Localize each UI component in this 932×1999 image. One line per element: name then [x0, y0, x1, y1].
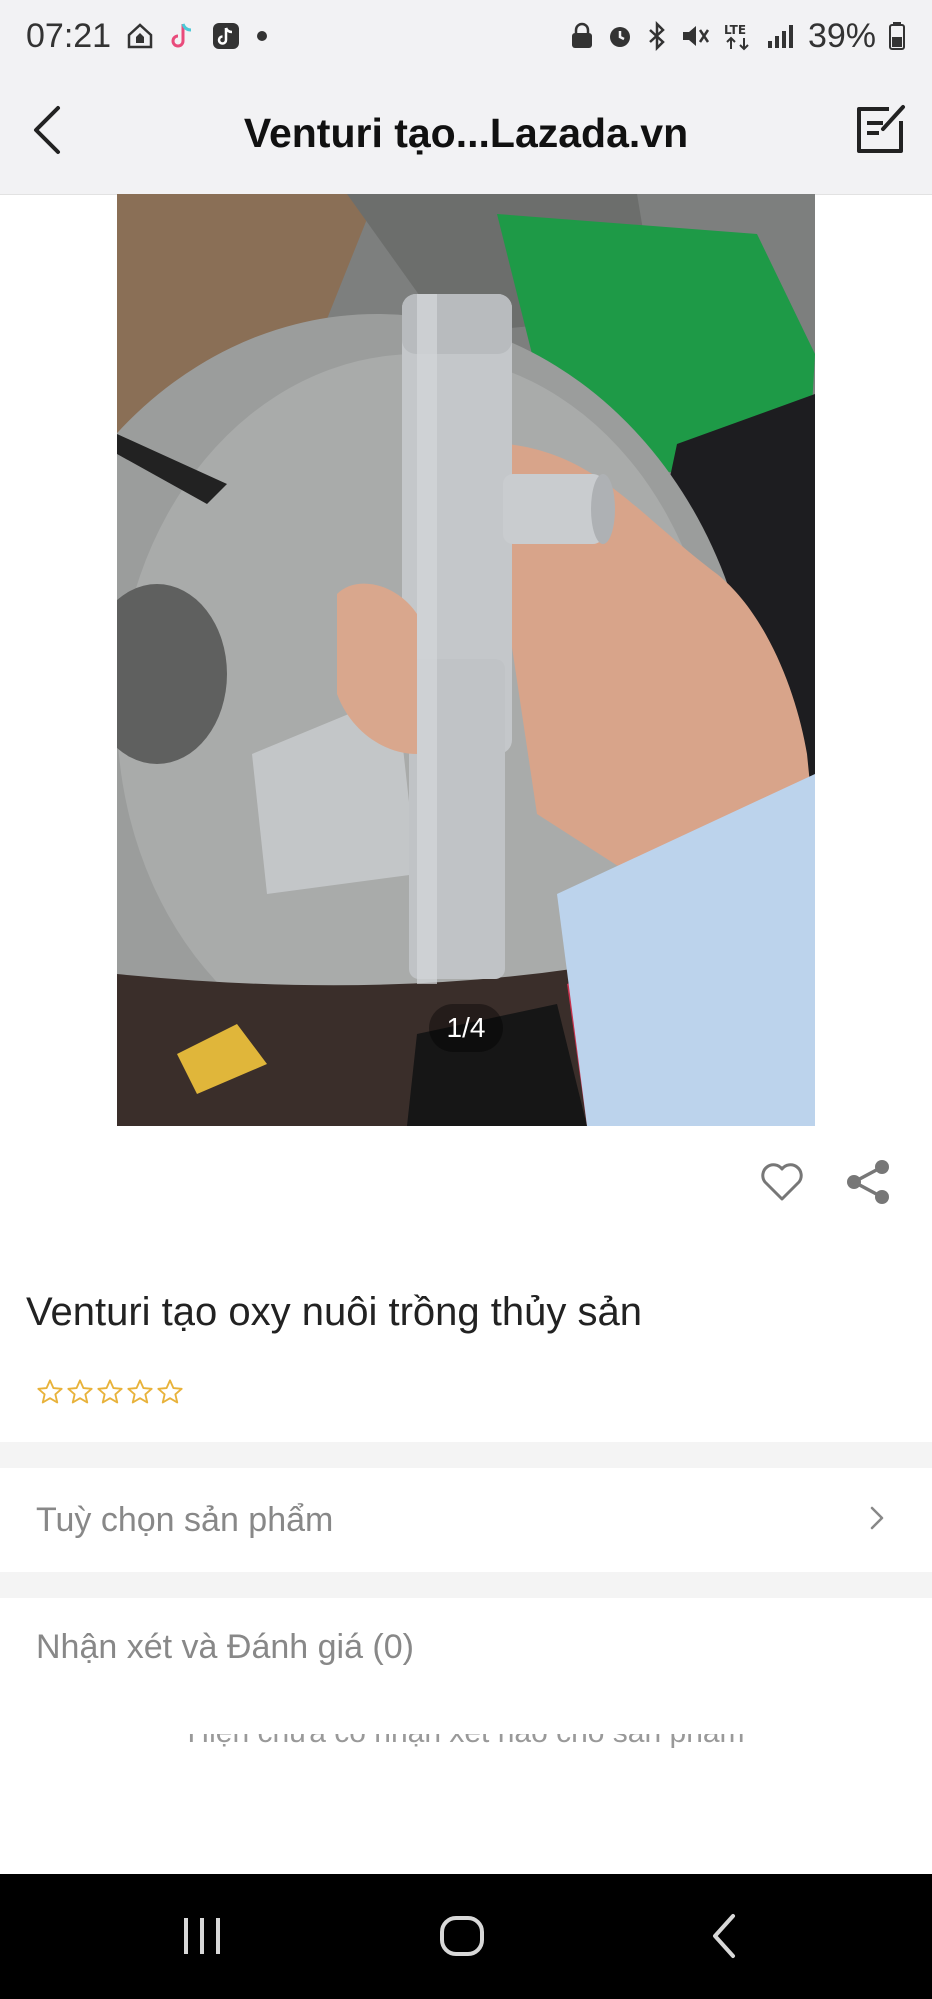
page-title: Venturi tạo...Lazada.vn [243, 109, 689, 156]
image-counter: 1/4 [429, 1004, 503, 1052]
product-actions [758, 1158, 892, 1211]
product-image-gallery[interactable]: 1/4 [117, 194, 815, 1126]
edit-note-icon [853, 103, 907, 162]
tiktok-icon [169, 21, 197, 51]
star-icon [127, 1379, 153, 1404]
star-icon [37, 1379, 63, 1404]
home-shield-icon [125, 21, 155, 51]
edit-button[interactable] [848, 100, 912, 164]
recent-apps-button[interactable] [162, 1906, 242, 1970]
product-options-row[interactable]: Tuỳ chọn sản phẩm [0, 1468, 932, 1572]
product-title: Venturi tạo oxy nuôi trồng thủy sản [26, 1290, 642, 1334]
battery-percent: 39% [807, 16, 876, 55]
home-icon [438, 1912, 486, 1965]
mute-icon [680, 22, 710, 50]
back-arrow-icon [709, 1912, 739, 1965]
section-divider [0, 1442, 932, 1468]
chevron-right-icon [868, 1504, 886, 1537]
heart-icon [759, 1161, 805, 1208]
reviews-title: Nhận xét và Đánh giá (0) [36, 1628, 414, 1666]
status-time: 07:21 [26, 16, 112, 55]
section-divider [0, 1572, 932, 1598]
lock-icon [570, 22, 594, 50]
system-nav-bar [0, 1874, 932, 1999]
star-icon [97, 1379, 123, 1404]
reviews-empty-message: Hiện chưa có nhận xét nào cho sản phẩm [0, 1734, 932, 1764]
app-header: Venturi tạo...Lazada.vn [0, 72, 932, 195]
tiktok-icon [211, 21, 241, 51]
product-photo [117, 194, 815, 1126]
system-back-button[interactable] [684, 1906, 764, 1970]
home-button[interactable] [422, 1906, 502, 1970]
product-options-label: Tuỳ chọn sản phẩm [36, 1500, 334, 1539]
share-button[interactable] [844, 1158, 892, 1211]
battery-icon [888, 21, 906, 51]
star-icon [67, 1379, 93, 1404]
lte-icon: LTE [722, 21, 754, 51]
favorite-button[interactable] [758, 1160, 806, 1208]
chevron-left-icon [28, 102, 68, 163]
rating-stars [36, 1378, 184, 1406]
alarm-icon [606, 22, 634, 50]
svg-text:LTE: LTE [724, 23, 746, 37]
share-icon [844, 1158, 892, 1211]
recent-apps-icon [180, 1914, 224, 1963]
bluetooth-icon [646, 21, 668, 51]
star-icon [157, 1379, 183, 1404]
signal-icon [766, 23, 796, 49]
status-bar: 07:21 LTE 39% [0, 0, 932, 72]
dot-icon [255, 29, 269, 43]
back-button[interactable] [18, 102, 78, 162]
